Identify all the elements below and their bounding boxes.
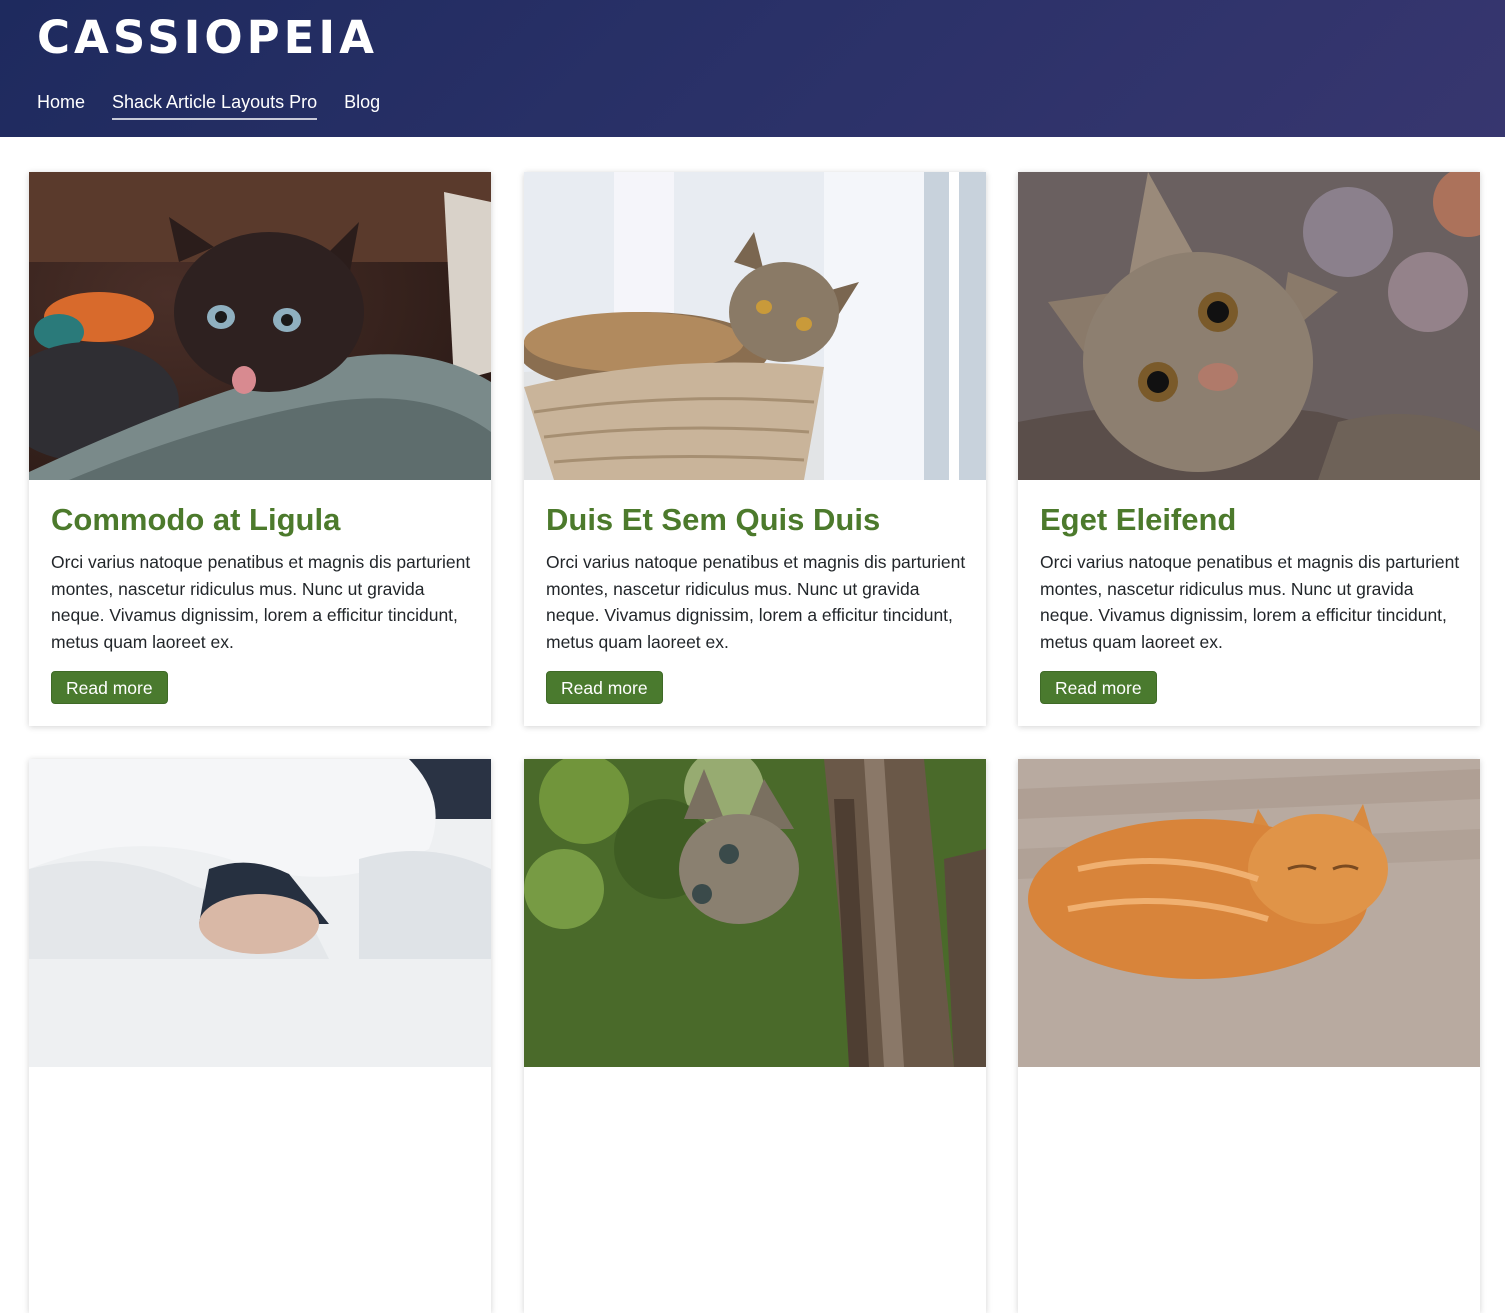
nav-item-shack-article-layouts-pro[interactable]: Shack Article Layouts Pro: [112, 90, 318, 120]
article-title[interactable]: Commodo at Ligula: [51, 502, 471, 538]
article-image[interactable]: [524, 172, 986, 480]
orange-cat-photo: [1018, 759, 1480, 1067]
tabby-cat-photo: [1018, 172, 1480, 480]
bedsheet-kitten-photo: [29, 759, 491, 1067]
nav-item-blog[interactable]: Blog: [344, 90, 380, 120]
site-logo[interactable]: CASSIOPEIA: [37, 13, 378, 63]
article-image[interactable]: [29, 172, 491, 480]
nav-item-home[interactable]: Home: [37, 90, 85, 120]
article-card: [1018, 759, 1480, 1313]
article-card: Commodo at Ligula Orci varius natoque pe…: [29, 172, 491, 726]
basket-cat-photo: [524, 172, 986, 480]
kitten-photo: [29, 172, 491, 480]
tree-kitten-photo: [524, 759, 986, 1067]
main-nav: Home Shack Article Layouts Pro Blog: [37, 90, 407, 120]
article-card: [524, 759, 986, 1313]
article-excerpt: Orci varius natoque penatibus et magnis …: [1040, 552, 1460, 652]
article-card: Eget Eleifend Orci varius natoque penati…: [1018, 172, 1480, 726]
article-card: [29, 759, 491, 1313]
article-image[interactable]: [1018, 172, 1480, 480]
read-more-button[interactable]: Read more: [51, 671, 168, 704]
article-title[interactable]: Eget Eleifend: [1040, 502, 1460, 538]
article-card: Duis Et Sem Quis Duis Orci varius natoqu…: [524, 172, 986, 726]
article-image[interactable]: [29, 759, 491, 1067]
read-more-button[interactable]: Read more: [1040, 671, 1157, 704]
article-image[interactable]: [524, 759, 986, 1067]
article-image[interactable]: [1018, 759, 1480, 1067]
article-title[interactable]: Duis Et Sem Quis Duis: [546, 502, 966, 538]
site-header: CASSIOPEIA Home Shack Article Layouts Pr…: [0, 0, 1505, 137]
read-more-button[interactable]: Read more: [546, 671, 663, 704]
article-excerpt: Orci varius natoque penatibus et magnis …: [51, 552, 471, 652]
article-excerpt: Orci varius natoque penatibus et magnis …: [546, 552, 966, 652]
